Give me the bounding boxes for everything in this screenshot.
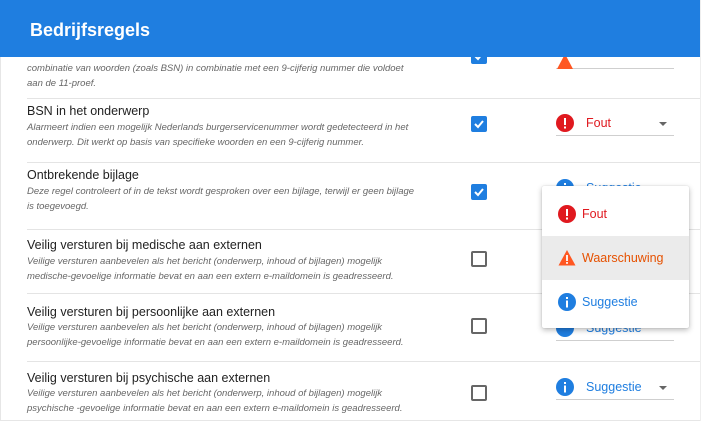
exclamation-circle-icon (558, 205, 576, 223)
row-divider (27, 98, 711, 99)
rule-checkbox[interactable] (471, 116, 487, 132)
scrollbar[interactable] (700, 0, 711, 421)
rule-title: Veilig versturen bij persoonlijke aan ex… (27, 305, 276, 319)
chevron-down-icon (659, 386, 667, 390)
exclamation-circle-icon (556, 114, 574, 132)
rule-title: Veilig versturen bij medische aan extern… (27, 238, 262, 252)
rule-title: Ontbrekende bijlage (27, 168, 139, 182)
severity-select[interactable]: Suggestie (556, 377, 674, 400)
page-title: Bedrijfsregels (30, 20, 151, 40)
rule-checkbox[interactable] (471, 318, 487, 334)
info-circle-icon (558, 293, 576, 311)
warning-triangle-icon (558, 250, 576, 266)
row-divider (27, 361, 711, 362)
menu-item-waarschuwing[interactable]: Waarschuwing (542, 236, 689, 280)
rule-description: Veilige versturen aanbevelen als het ber… (27, 322, 404, 348)
rule-checkbox[interactable] (471, 385, 487, 401)
menu-item-fout[interactable]: Fout (542, 192, 689, 236)
info-circle-icon (556, 378, 574, 396)
rule-checkbox[interactable] (471, 184, 487, 200)
severity-select[interactable]: Fout (556, 113, 674, 136)
rule-description: Alarmeert indien een mogelijk Nederlands… (27, 122, 409, 148)
chevron-down-icon (659, 122, 667, 126)
rule-description: Deze regel controleert of in de tekst wo… (27, 186, 415, 212)
menu-item-label: Waarschuwing (582, 251, 664, 265)
rule-description: Veilige versturen aanbevelen als het ber… (27, 256, 394, 282)
severity-value: Fout (586, 116, 612, 130)
rule-title: BSN in het onderwerp (27, 104, 150, 118)
rule-description: Veilige versturen aanbevelen als het ber… (27, 388, 403, 414)
severity-value: Suggestie (586, 380, 642, 394)
menu-item-suggestie[interactable]: Suggestie (542, 280, 689, 324)
rule-title: Veilig versturen bij psychische aan exte… (27, 371, 271, 385)
menu-item-label: Suggestie (582, 295, 638, 309)
page-header: Bedrijfsregels (0, 0, 711, 57)
rule-checkbox[interactable] (471, 251, 487, 267)
severity-dropdown-menu: Fout Waarschuwing Suggestie (542, 186, 689, 328)
row-divider (27, 162, 711, 163)
menu-item-label: Fout (582, 207, 608, 221)
rule-description: combinatie van woorden (zoals BSN) in co… (27, 63, 404, 89)
